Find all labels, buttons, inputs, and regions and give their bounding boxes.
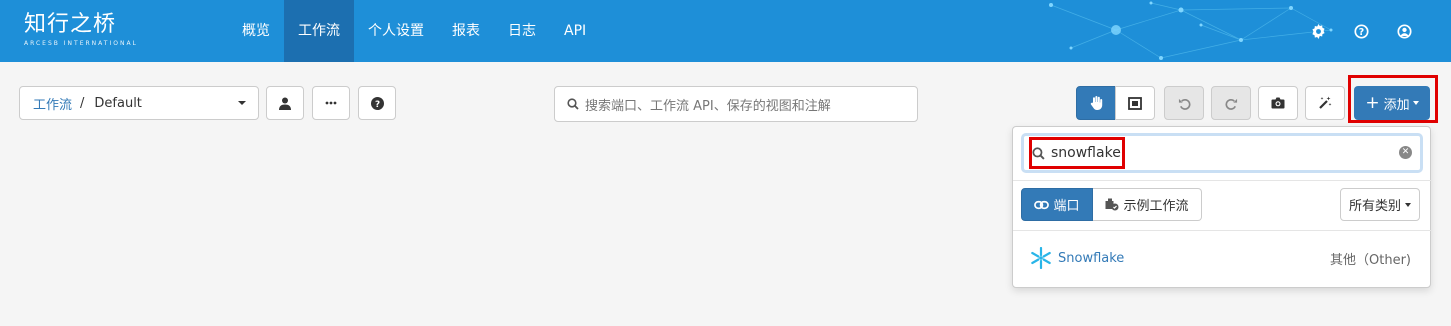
connector-category: 其他（Other) bbox=[1330, 252, 1411, 268]
more-options-button[interactable] bbox=[312, 86, 350, 120]
top-navbar: 知行之桥 ARCESB INTERNATIONAL 概览 工作流 个人设置 报表… bbox=[0, 0, 1451, 62]
search-icon bbox=[567, 98, 579, 110]
frame-icon bbox=[1128, 96, 1142, 110]
add-button-label: 添加 bbox=[1383, 97, 1410, 113]
caret-down-icon bbox=[1405, 202, 1411, 207]
package-icon bbox=[1105, 198, 1119, 211]
camera-icon bbox=[1271, 97, 1285, 109]
help-icon[interactable]: ? bbox=[1351, 21, 1372, 42]
svg-text:?: ? bbox=[1359, 26, 1364, 37]
plus-icon: + bbox=[1365, 93, 1380, 113]
add-button[interactable]: + 添加 bbox=[1354, 86, 1430, 120]
breadcrumb-root-link[interactable]: 工作流 bbox=[33, 94, 72, 113]
select-mode-button[interactable] bbox=[1115, 86, 1155, 120]
auto-layout-button[interactable] bbox=[1305, 86, 1345, 120]
hand-icon bbox=[1090, 96, 1102, 110]
question-circle-icon: ? bbox=[370, 96, 384, 110]
svg-text:?: ? bbox=[374, 99, 379, 109]
caret-down-icon bbox=[1412, 101, 1419, 105]
breadcrumb-current: Default bbox=[94, 95, 142, 111]
brand-tagline: ARCESB INTERNATIONAL bbox=[24, 40, 138, 47]
ellipsis-icon bbox=[325, 101, 337, 105]
nav-item-reports[interactable]: 报表 bbox=[438, 0, 494, 62]
redo-button[interactable] bbox=[1211, 86, 1251, 120]
panel-divider bbox=[1013, 180, 1432, 181]
add-connector-panel: snowflake ✕ 端口 示例工作流 所有类别 Snowflake 其他（O… bbox=[1012, 126, 1432, 288]
brand-name: 知行之桥 bbox=[24, 12, 117, 37]
brand-logo[interactable]: 知行之桥 ARCESB INTERNATIONAL bbox=[24, 12, 138, 47]
clear-search-icon[interactable]: ✕ bbox=[1399, 146, 1412, 159]
category-filter-dropdown[interactable]: 所有类别 bbox=[1340, 188, 1420, 221]
magic-wand-icon bbox=[1319, 96, 1332, 109]
snowflake-icon bbox=[1031, 247, 1051, 269]
nav-item-logs[interactable]: 日志 bbox=[494, 0, 550, 62]
snapshot-button[interactable] bbox=[1258, 86, 1298, 120]
nav-item-workflow[interactable]: 工作流 bbox=[284, 0, 354, 62]
nav-item-profile[interactable]: 个人设置 bbox=[354, 0, 438, 62]
tab-connectors[interactable]: 端口 bbox=[1021, 188, 1093, 221]
connector-result-item[interactable]: Snowflake 其他（Other) bbox=[1013, 241, 1432, 275]
search-placeholder: 搜索端口、工作流 API、保存的视图和注解 bbox=[585, 98, 831, 114]
panel-divider bbox=[1013, 230, 1432, 231]
main-nav: 概览 工作流 个人设置 报表 日志 API bbox=[228, 0, 600, 62]
search-icon bbox=[1032, 146, 1045, 160]
connector-name: Snowflake bbox=[1058, 250, 1125, 266]
workflow-users-button[interactable] bbox=[266, 86, 304, 120]
nav-item-overview[interactable]: 概览 bbox=[228, 0, 284, 62]
category-filter-label: 所有类别 bbox=[1348, 199, 1401, 214]
connector-search-input[interactable]: snowflake ✕ bbox=[1021, 133, 1423, 173]
redo-icon bbox=[1225, 98, 1237, 110]
breadcrumb-separator: / bbox=[80, 95, 85, 111]
workflow-help-button[interactable]: ? bbox=[358, 86, 396, 120]
link-icon bbox=[1034, 200, 1050, 209]
nav-item-api[interactable]: API bbox=[550, 0, 600, 62]
user-icon[interactable] bbox=[1394, 21, 1415, 42]
workflow-breadcrumb[interactable]: 工作流 / Default bbox=[19, 86, 259, 120]
gear-icon[interactable] bbox=[1308, 21, 1329, 42]
undo-button[interactable] bbox=[1164, 86, 1204, 120]
user-icon bbox=[279, 97, 291, 110]
pan-mode-button[interactable] bbox=[1076, 86, 1116, 120]
tab-sample-workflows[interactable]: 示例工作流 bbox=[1093, 188, 1202, 221]
connector-search-value: snowflake bbox=[1051, 145, 1121, 161]
nav-icon-group: ? bbox=[1308, 0, 1415, 62]
undo-icon bbox=[1178, 98, 1190, 110]
workflow-search-input[interactable]: 搜索端口、工作流 API、保存的视图和注解 bbox=[554, 86, 918, 122]
chevron-down-icon bbox=[238, 101, 246, 105]
tab-connectors-label: 端口 bbox=[1053, 199, 1080, 214]
tab-sample-workflows-label: 示例工作流 bbox=[1123, 199, 1189, 214]
